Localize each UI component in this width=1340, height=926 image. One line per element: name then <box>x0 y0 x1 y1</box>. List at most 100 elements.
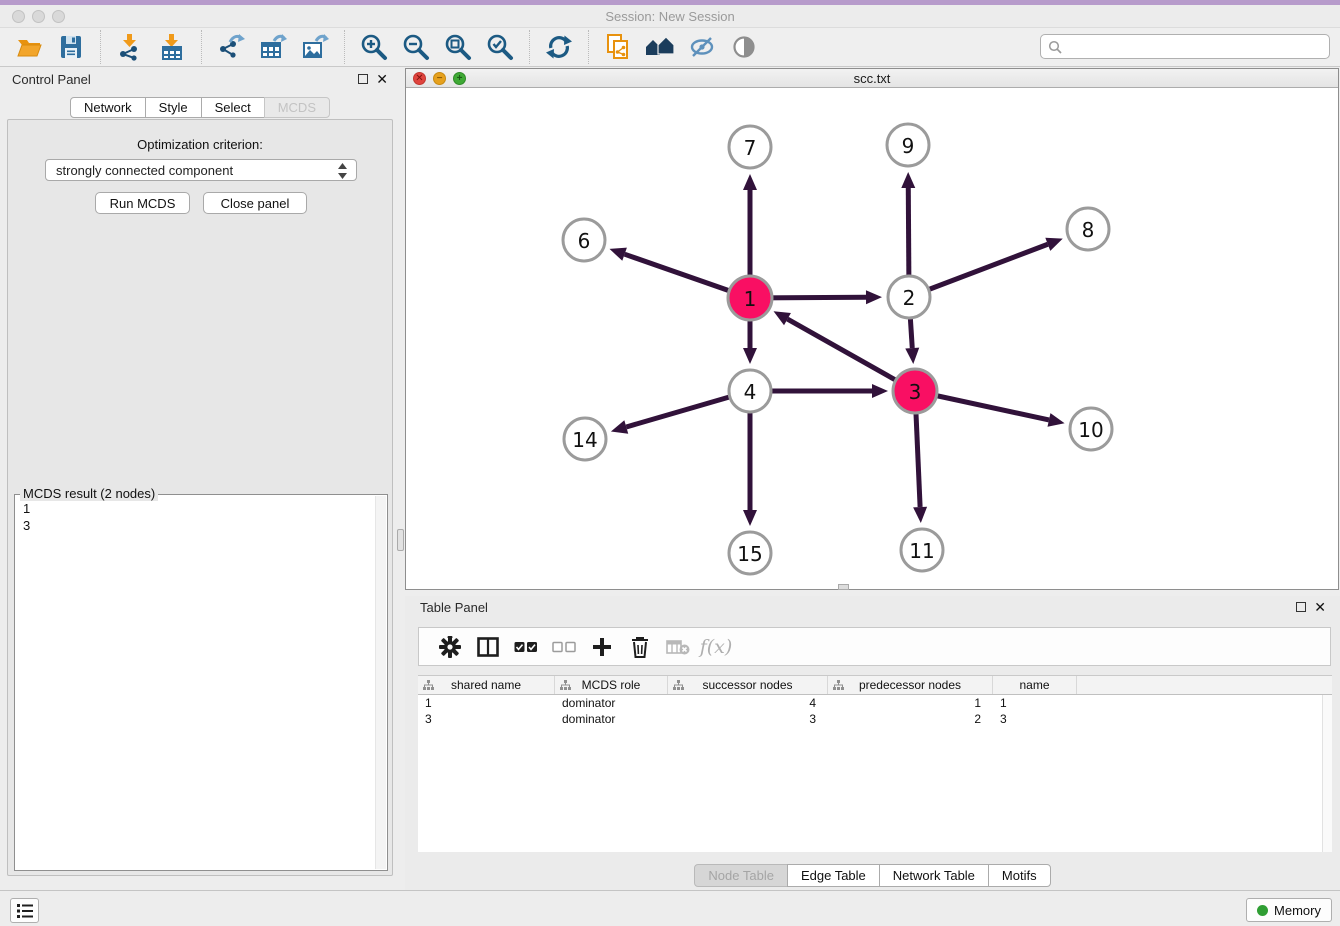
graph-node-label-14: 14 <box>572 428 597 452</box>
tab-mcds[interactable]: MCDS <box>264 97 330 118</box>
task-history-button[interactable] <box>10 898 39 923</box>
add-column-icon[interactable] <box>589 634 615 660</box>
panel-splitter-grip[interactable] <box>397 529 404 551</box>
table-row[interactable]: 3dominator323 <box>418 711 1332 727</box>
edge-arrowhead <box>866 290 882 304</box>
control-panel-float-button[interactable] <box>358 74 368 84</box>
table-scrollbar[interactable] <box>1322 695 1332 852</box>
search-icon <box>1047 39 1063 55</box>
edge-arrowhead <box>743 510 757 526</box>
tab-edge-table[interactable]: Edge Table <box>787 864 880 887</box>
graph-node-label-2: 2 <box>903 286 916 310</box>
toolbar-separator <box>201 30 202 64</box>
memory-button-label: Memory <box>1274 903 1321 918</box>
edge-arrowhead <box>743 174 757 190</box>
memory-button[interactable]: Memory <box>1246 898 1332 922</box>
column-header-name[interactable]: name <box>993 676 1077 694</box>
control-panel-title: Control Panel <box>12 72 91 87</box>
column-label: name <box>1019 678 1049 692</box>
canvas-splitter-grip[interactable] <box>838 584 849 590</box>
delete-column-icon[interactable] <box>627 634 653 660</box>
graph-node-label-15: 15 <box>737 542 762 566</box>
criterion-selected-value: strongly connected component <box>56 163 233 178</box>
table-cell: 1 <box>828 695 993 711</box>
hide-details-eye-icon[interactable] <box>687 32 717 62</box>
tab-motifs[interactable]: Motifs <box>988 864 1051 887</box>
column-header-predecessor-nodes[interactable]: predecessor nodes <box>828 676 993 694</box>
tab-style[interactable]: Style <box>145 97 202 118</box>
edge-arrowhead <box>743 348 757 364</box>
table-panel-close-button[interactable]: ✕ <box>1314 602 1326 612</box>
edge-arrowhead <box>872 384 888 398</box>
table-cell: 1 <box>993 695 1077 711</box>
tab-select[interactable]: Select <box>201 97 265 118</box>
control-panel-tabs: NetworkStyleSelectMCDS <box>0 97 400 118</box>
column-label: MCDS role <box>582 678 641 692</box>
task-list-icon <box>17 904 33 918</box>
network-canvas-svg[interactable]: 7968124314101511 <box>406 88 1338 589</box>
zoom-in-icon[interactable] <box>359 32 389 62</box>
zoom-selected-icon[interactable] <box>485 32 515 62</box>
status-bar: Memory <box>0 890 1340 926</box>
overview-homes-icon[interactable] <box>645 32 675 62</box>
refresh-icon[interactable] <box>544 32 574 62</box>
save-session-icon[interactable] <box>56 32 86 62</box>
criterion-select[interactable]: strongly connected component <box>45 159 357 181</box>
column-header-shared-name[interactable]: shared name <box>418 676 555 694</box>
toolbar-separator <box>344 30 345 64</box>
show-columns-icon[interactable] <box>475 634 501 660</box>
table-row[interactable]: 1dominator411 <box>418 695 1332 711</box>
tab-node-table[interactable]: Node Table <box>694 864 788 887</box>
table-settings-gear-icon[interactable] <box>437 634 463 660</box>
edge-arrowhead <box>609 248 626 261</box>
table-cell: dominator <box>555 711 668 727</box>
delete-table-icon[interactable] <box>665 634 691 660</box>
chevron-up-down-icon <box>337 162 348 180</box>
function-builder-icon[interactable]: f(x) <box>703 634 729 660</box>
network-window-titlebar[interactable]: ✕ − + scc.txt <box>406 69 1338 88</box>
result-line: 3 <box>23 517 371 534</box>
table-cell: 4 <box>668 695 828 711</box>
edge-arrowhead <box>913 507 927 523</box>
sort-hierarchy-icon <box>673 680 684 691</box>
control-panel-close-button[interactable]: ✕ <box>376 74 388 84</box>
node-table-header[interactable]: shared name MCDS role successor nodesprede… <box>418 676 1332 695</box>
export-table-icon[interactable] <box>258 32 288 62</box>
open-session-icon[interactable] <box>14 32 44 62</box>
export-image-icon[interactable] <box>300 32 330 62</box>
graph-node-label-3: 3 <box>909 380 922 404</box>
select-all-rows-icon[interactable] <box>513 634 539 660</box>
table-cell: dominator <box>555 695 668 711</box>
deselect-all-rows-icon[interactable] <box>551 634 577 660</box>
mcds-result-title: MCDS result (2 nodes) <box>20 486 158 501</box>
search-input[interactable] <box>1040 34 1330 59</box>
column-header-mcds-role[interactable]: MCDS role <box>555 676 668 694</box>
sort-hierarchy-icon <box>423 680 434 691</box>
toolbar-separator <box>529 30 530 64</box>
table-panel: Table Panel ✕ f(x) shared nameMCDS roles… <box>405 596 1340 890</box>
main-toolbar <box>0 28 1340 67</box>
run-mcds-button[interactable]: Run MCDS <box>95 192 190 214</box>
graph-node-label-11: 11 <box>909 539 934 563</box>
optimization-criterion-label: Optimization criterion: <box>8 137 392 152</box>
duplicate-network-icon[interactable] <box>603 32 633 62</box>
zoom-out-icon[interactable] <box>401 32 431 62</box>
table-cell: 3 <box>418 711 555 727</box>
import-table-icon[interactable] <box>157 32 187 62</box>
contrast-eye-icon[interactable] <box>729 32 759 62</box>
table-panel-float-button[interactable] <box>1296 602 1306 612</box>
edge-arrowhead <box>611 420 628 433</box>
node-table[interactable]: shared name MCDS role successor nodesprede… <box>418 675 1332 852</box>
tab-network-table[interactable]: Network Table <box>879 864 989 887</box>
column-header-successor-nodes[interactable]: successor nodes <box>668 676 828 694</box>
export-network-icon[interactable] <box>216 32 246 62</box>
import-network-icon[interactable] <box>115 32 145 62</box>
table-cell: 3 <box>668 711 828 727</box>
result-line: 1 <box>23 500 371 517</box>
edge-arrowhead <box>1047 413 1064 427</box>
tab-network[interactable]: Network <box>70 97 146 118</box>
close-panel-button[interactable]: Close panel <box>203 192 307 214</box>
table-panel-title: Table Panel <box>420 600 488 615</box>
result-scrollbar[interactable] <box>375 496 386 869</box>
zoom-fit-icon[interactable] <box>443 32 473 62</box>
